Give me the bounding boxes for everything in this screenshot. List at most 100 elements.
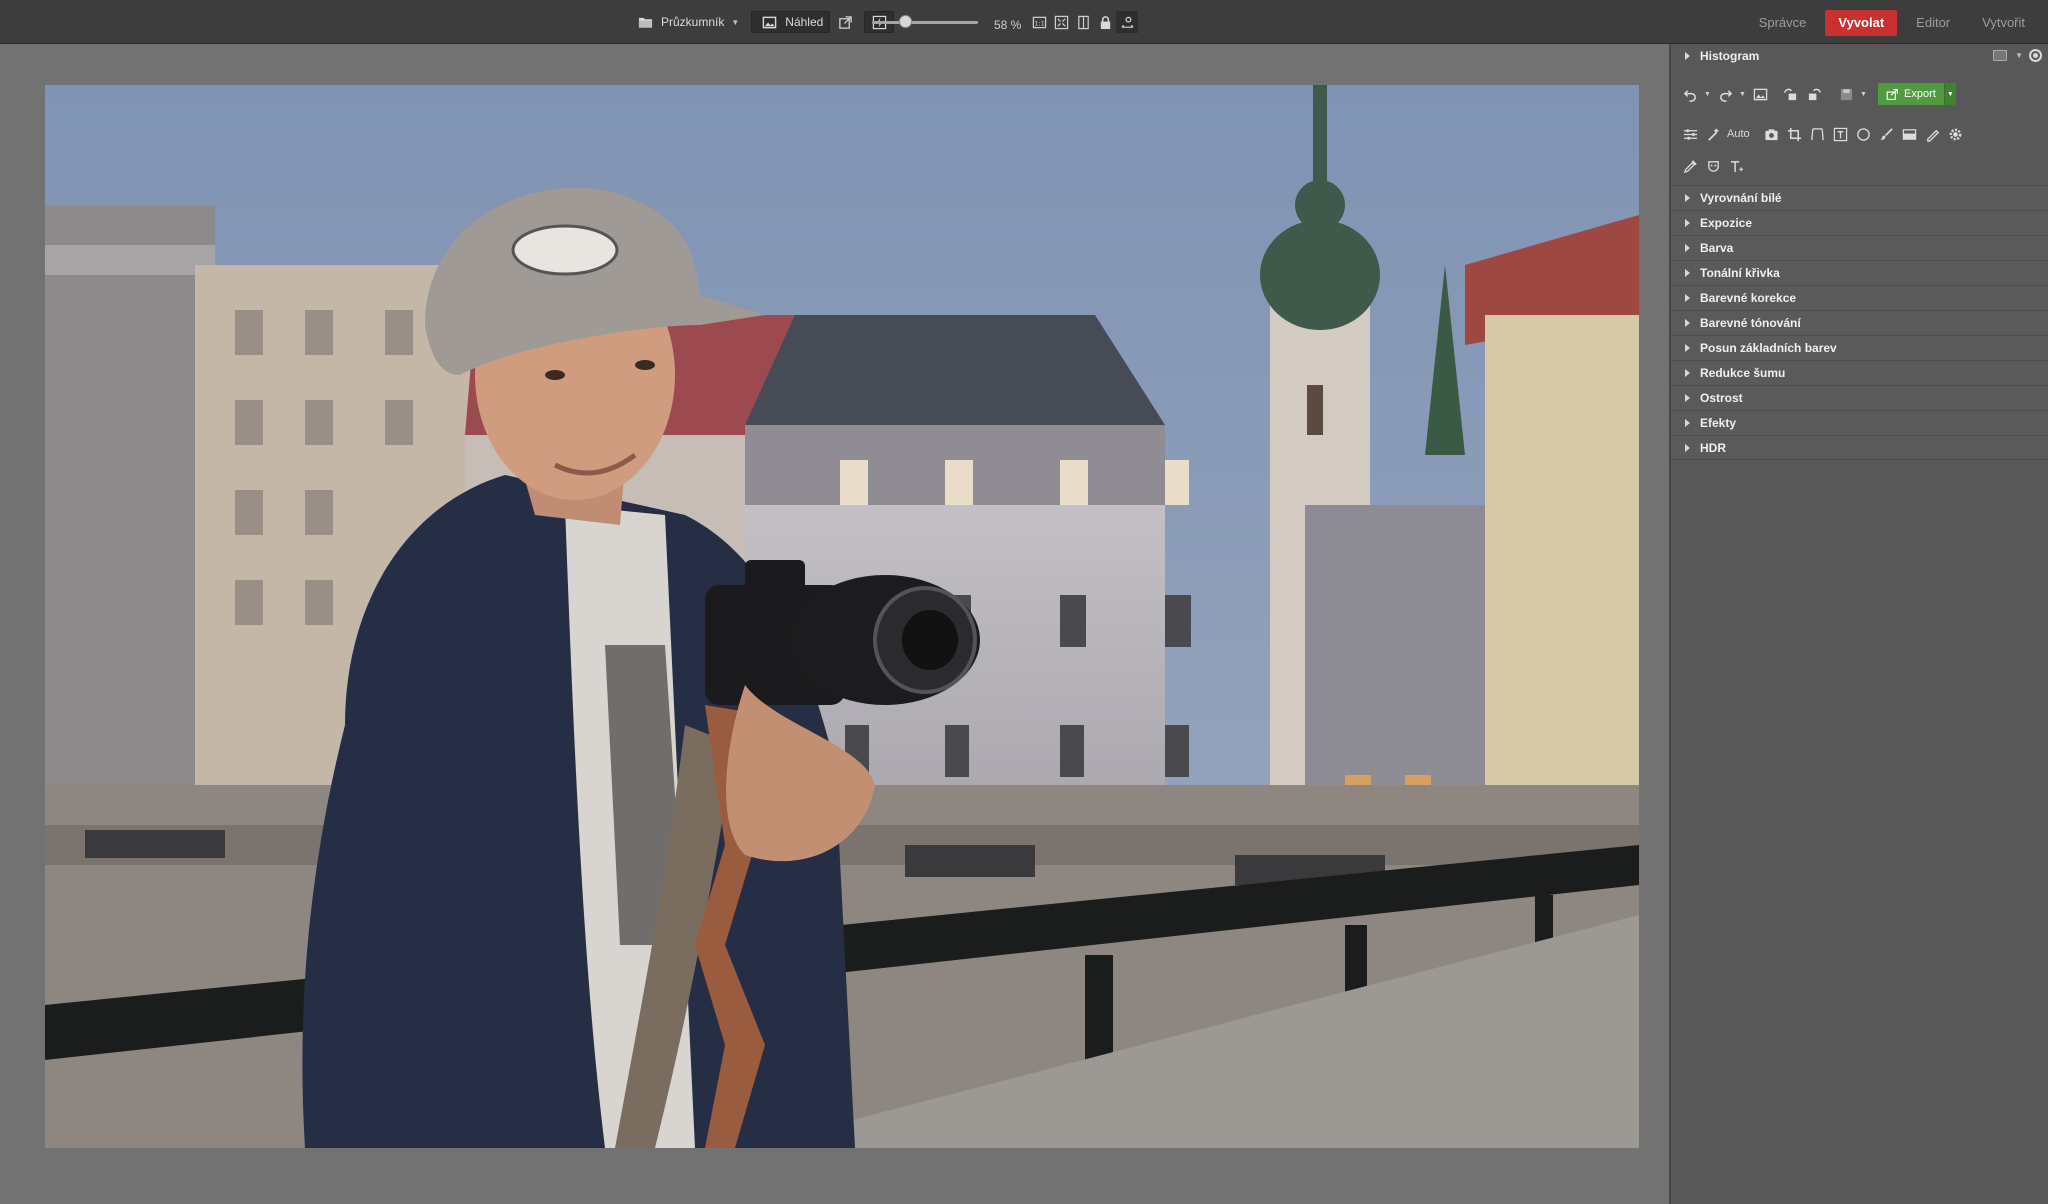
develop-tools-row-2 (1671, 155, 2048, 177)
text-box-icon[interactable] (1830, 123, 1852, 145)
open-external-icon[interactable] (834, 11, 856, 33)
expand-triangle-icon (1685, 419, 1690, 427)
section-barevne-korekce[interactable]: Barevné korekce (1671, 285, 2048, 310)
tab-vytvorit[interactable]: Vytvořit (1969, 10, 2038, 36)
section-redukce-sumu[interactable]: Redukce šumu (1671, 360, 2048, 385)
actions-bar: ▼ ▼ ▼ Export ▼ (1671, 80, 2048, 108)
section-hdr[interactable]: HDR (1671, 435, 2048, 460)
zoom-slider-track[interactable] (872, 21, 978, 24)
eyedropper-icon[interactable] (1679, 155, 1701, 177)
gear-icon[interactable] (1945, 123, 1967, 145)
expand-triangle-icon (1685, 319, 1690, 327)
expand-triangle-icon (1685, 443, 1690, 452)
histogram-mode-icon[interactable] (1993, 50, 2008, 61)
camera-icon[interactable] (1761, 123, 1783, 145)
section-label: Tonální křivka (1700, 266, 1780, 280)
image-icon (758, 11, 780, 33)
zoom-slider-thumb[interactable] (899, 15, 912, 28)
adjustment-sections: Vyrovnání bílé Expozice Barva Tonální kř… (1671, 185, 2048, 460)
lock-icon[interactable] (1094, 11, 1116, 33)
adjustments-icon[interactable] (1679, 123, 1701, 145)
fit-screen-icon[interactable] (1050, 11, 1072, 33)
compare-icon[interactable] (1072, 11, 1094, 33)
section-label: Barevné korekce (1700, 291, 1797, 305)
expand-triangle-icon (1685, 244, 1690, 252)
actual-size-icon[interactable]: 1:1 (1028, 11, 1050, 33)
expand-triangle-icon (1685, 219, 1690, 227)
original-image-icon[interactable] (1749, 83, 1771, 105)
export-main[interactable]: Export (1878, 83, 1944, 105)
browser-label: Průzkumník (661, 15, 725, 29)
section-vyrovnani-bile[interactable]: Vyrovnání bílé (1671, 185, 2048, 210)
export-label: Export (1904, 88, 1936, 100)
mode-tabs: Správce Vyvolat Editor Vytvořit (1746, 10, 2048, 36)
view-tools: 1:1 (1028, 11, 1138, 33)
section-label: Barevné tónování (1700, 316, 1801, 330)
expand-triangle-icon (1685, 369, 1690, 377)
browser-group: Průzkumník ▼ Náhled ▼ (628, 11, 906, 33)
section-label: Ostrost (1700, 391, 1743, 405)
histogram-label: Histogram (1700, 49, 1760, 63)
chevron-down-icon[interactable]: ▼ (2015, 51, 2023, 60)
save-icon[interactable] (1835, 83, 1857, 105)
copy-settings-icon[interactable] (1779, 83, 1801, 105)
undo-icon[interactable] (1679, 83, 1701, 105)
expand-triangle-icon (1685, 52, 1690, 60)
crop-icon[interactable] (1784, 123, 1806, 145)
export-button[interactable]: Export ▼ (1878, 83, 1956, 105)
chevron-down-icon[interactable]: ▼ (1943, 83, 1956, 105)
section-ostrost[interactable]: Ostrost (1671, 385, 2048, 410)
auto-label[interactable]: Auto (1727, 128, 1750, 140)
preview-label: Náhled (785, 15, 824, 29)
histogram-header[interactable]: Histogram ▼ (1671, 44, 2048, 68)
histogram-options: ▼ (1993, 49, 2042, 62)
section-label: Barva (1700, 241, 1734, 255)
section-tonalni-krivka[interactable]: Tonální křivka (1671, 260, 2048, 285)
expand-triangle-icon (1685, 194, 1690, 202)
section-label: HDR (1700, 440, 1726, 455)
section-expozice[interactable]: Expozice (1671, 210, 2048, 235)
expand-triangle-icon (1685, 294, 1690, 302)
chevron-down-icon[interactable]: ▼ (1859, 91, 1868, 98)
tab-editor[interactable]: Editor (1903, 10, 1963, 36)
tab-vyvolat[interactable]: Vyvolat (1825, 10, 1898, 36)
section-barva[interactable]: Barva (1671, 235, 2048, 260)
perspective-icon[interactable] (1807, 123, 1829, 145)
section-efekty[interactable]: Efekty (1671, 410, 2048, 435)
folder-icon (634, 11, 656, 33)
swap-icon[interactable] (1116, 11, 1138, 33)
preview-button[interactable]: Náhled (751, 11, 831, 33)
auto-wand-icon[interactable] (1702, 123, 1724, 145)
paste-settings-icon[interactable] (1803, 83, 1825, 105)
svg-text:1:1: 1:1 (1034, 19, 1045, 27)
section-label: Vyrovnání bílé (1700, 191, 1782, 205)
histogram-toggle-icon[interactable] (2029, 49, 2042, 62)
tab-spravce[interactable]: Správce (1746, 10, 1820, 36)
expand-triangle-icon (1685, 269, 1690, 277)
redo-icon[interactable] (1714, 83, 1736, 105)
retouch-icon[interactable] (1922, 123, 1944, 145)
brush-icon[interactable] (1876, 123, 1898, 145)
chevron-down-icon[interactable]: ▼ (731, 18, 739, 27)
develop-panel: Histogram ▼ ▼ ▼ ▼ Export ▼ Auto Vyrovnán… (1669, 44, 2048, 1204)
photo-preview (45, 85, 1639, 1148)
export-icon (1886, 88, 1898, 100)
section-barevne-tonovani[interactable]: Barevné tónování (1671, 310, 2048, 335)
mask-icon[interactable] (1702, 155, 1724, 177)
gradient-filter-icon[interactable] (1899, 123, 1921, 145)
top-toolbar: Průzkumník ▼ Náhled ▼ 58 % 1:1 (0, 0, 2048, 44)
chevron-down-icon[interactable]: ▼ (1703, 91, 1712, 98)
section-posun-zakladnich-barev[interactable]: Posun základních barev (1671, 335, 2048, 360)
radial-filter-icon[interactable] (1853, 123, 1875, 145)
zoom-level: 58 % (994, 18, 1022, 32)
text-tool-icon[interactable] (1725, 155, 1747, 177)
browser-button[interactable]: Průzkumník ▼ (628, 11, 745, 33)
section-label: Posun základních barev (1700, 341, 1837, 355)
chevron-down-icon[interactable]: ▼ (1738, 91, 1747, 98)
photo-canvas[interactable] (0, 44, 1669, 1204)
section-label: Redukce šumu (1700, 366, 1786, 380)
section-label: Expozice (1700, 216, 1753, 230)
expand-triangle-icon (1685, 394, 1690, 402)
develop-tools-row: Auto (1671, 123, 2048, 145)
section-label: Efekty (1700, 416, 1737, 430)
